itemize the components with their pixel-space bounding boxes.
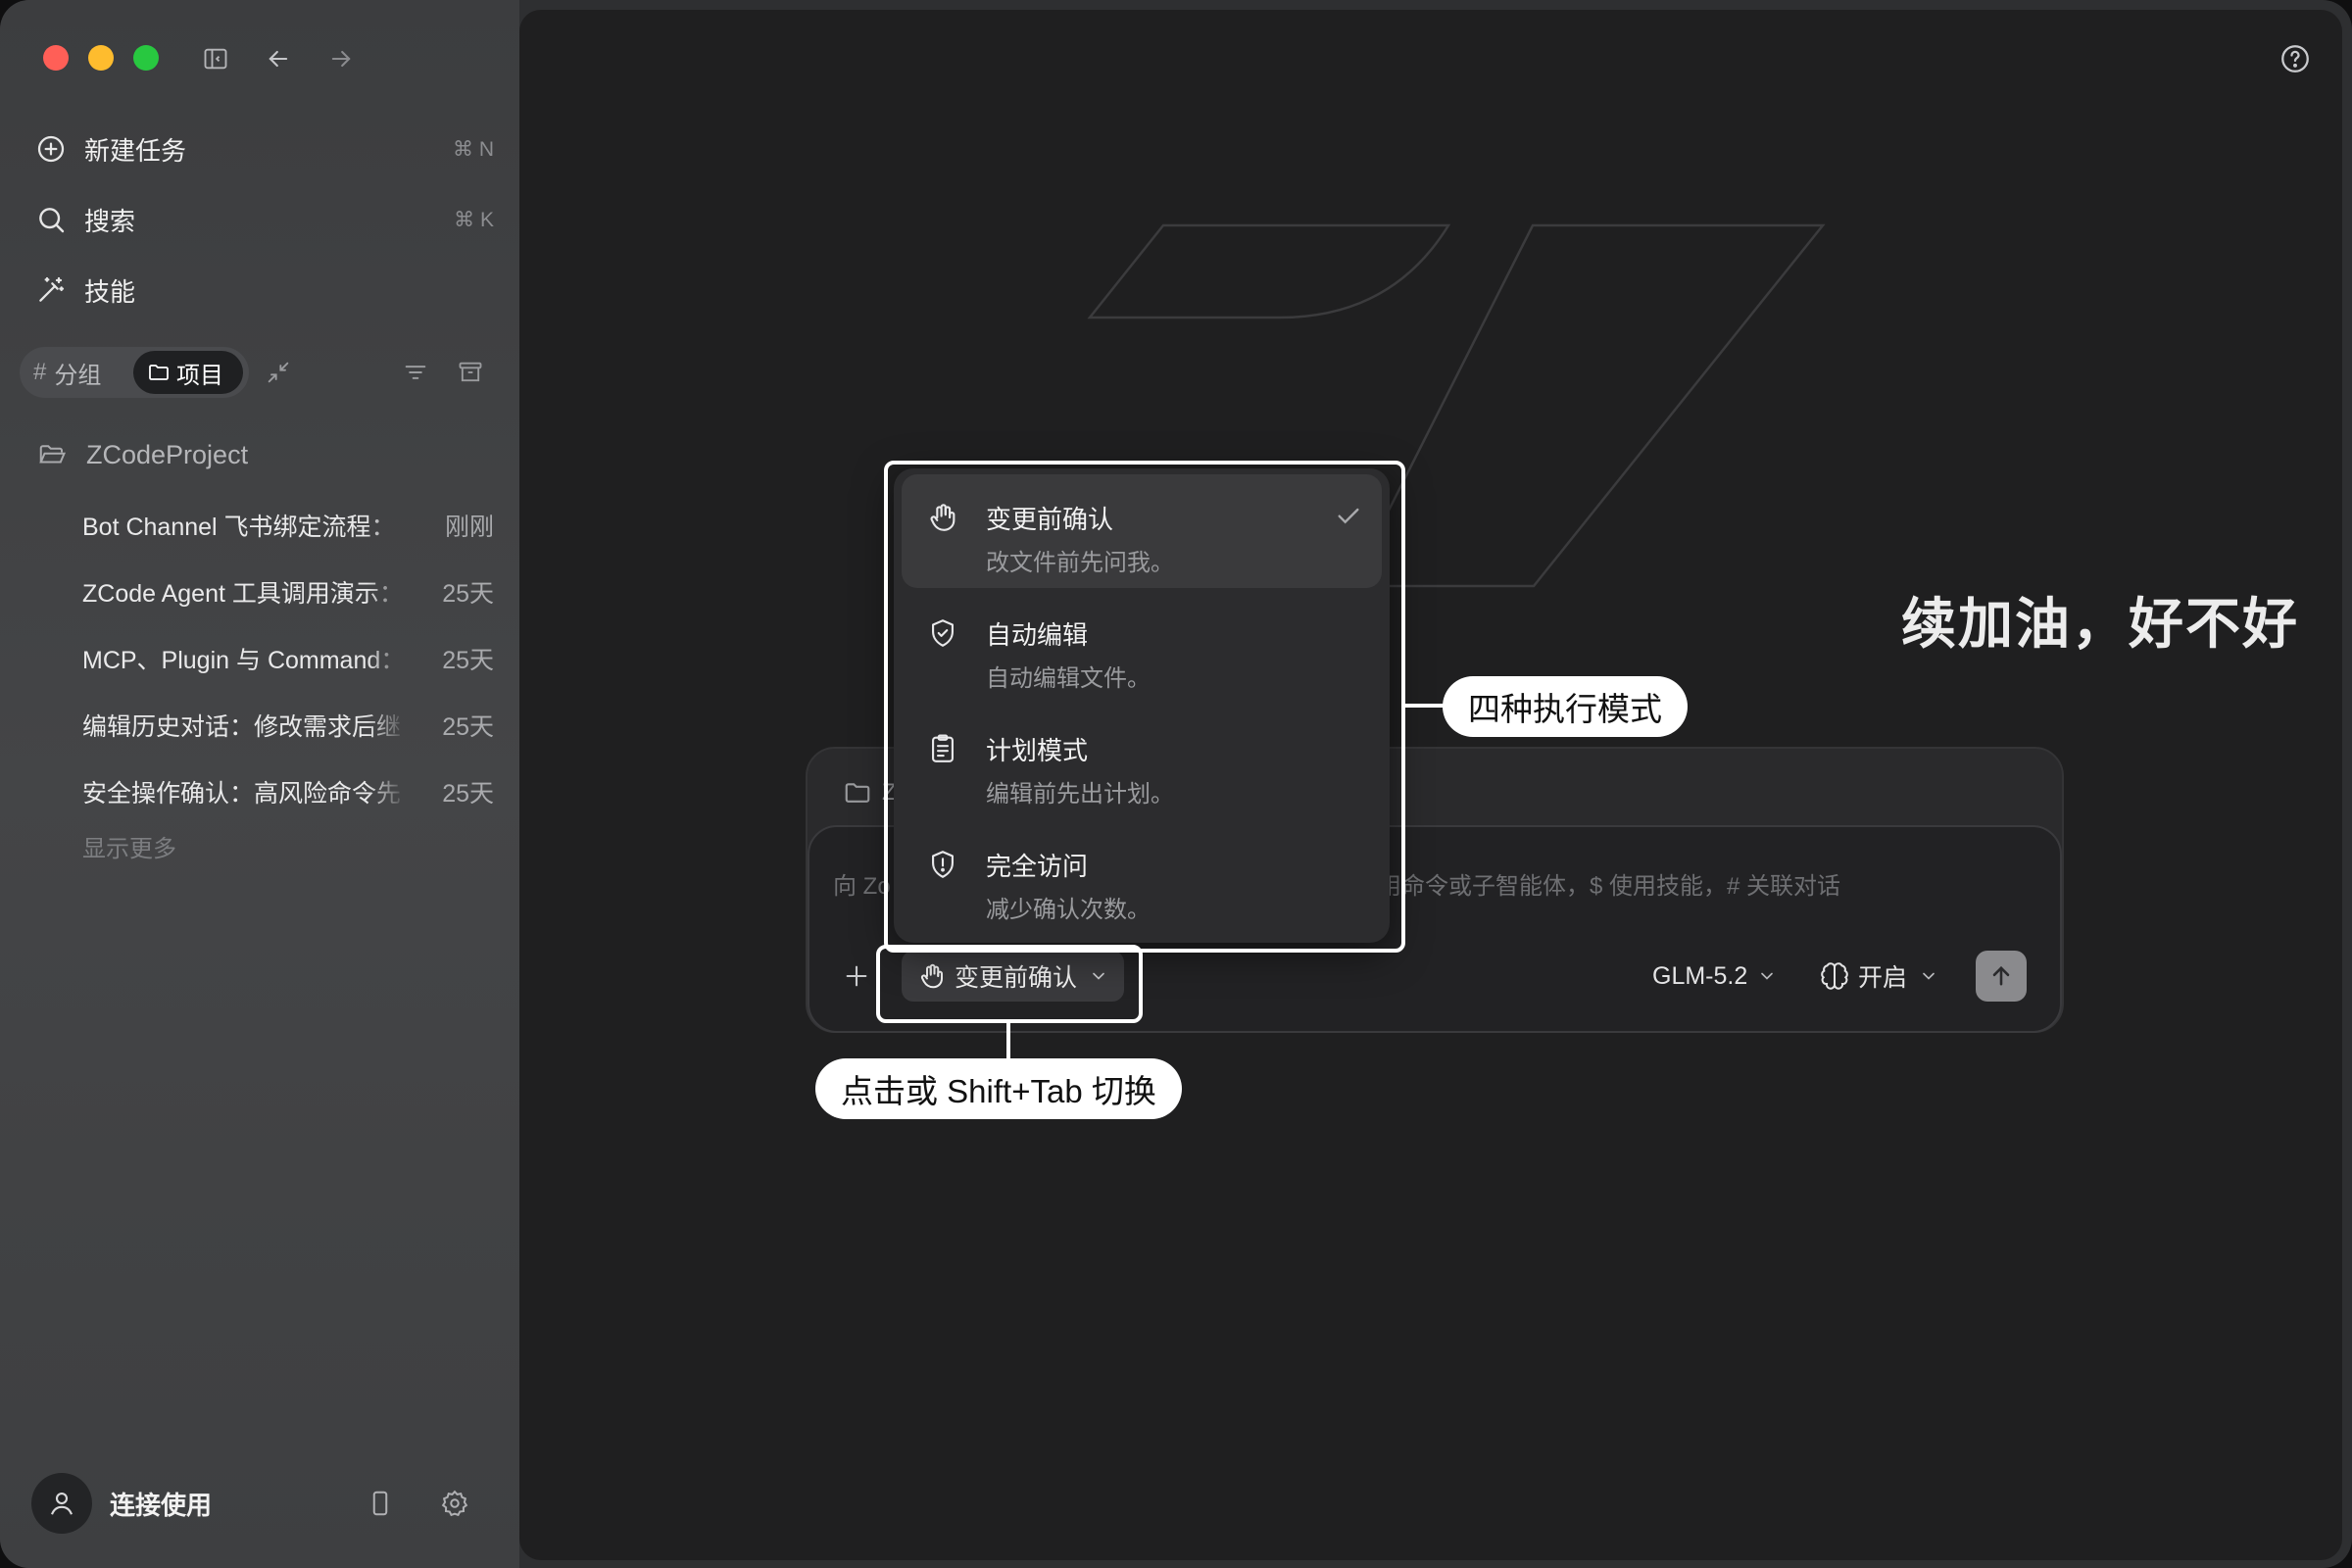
arrow-up-icon (1992, 966, 2010, 986)
chevron-down-icon (1761, 972, 1774, 980)
sidebar: 新建任务 ⌘ N 搜索 ⌘ K 技能 # 分组 项目 ZCodeProject … (0, 0, 519, 1568)
archive-icon[interactable] (453, 355, 488, 390)
task-item[interactable]: MCP、Plugin 与 Command： 25天 (82, 635, 494, 682)
back-arrow-icon[interactable] (259, 39, 298, 78)
gear-icon[interactable] (437, 1486, 472, 1521)
task-title: 编辑历史对话：修改需求后继 (82, 713, 402, 741)
toggle-sidebar-icon[interactable] (196, 39, 235, 78)
plus-icon (846, 965, 867, 987)
model-label: GLM-5.2 (1652, 961, 1748, 990)
folder-icon (149, 365, 169, 380)
tab-project[interactable]: 项目 (133, 351, 243, 394)
mode-button-highlight-box (876, 945, 1143, 1023)
show-more-link[interactable]: 显示更多 (82, 829, 176, 863)
task-title: MCP、Plugin 与 Command： (82, 647, 406, 674)
collapse-arrows-icon[interactable] (261, 355, 296, 390)
forward-arrow-icon[interactable] (321, 39, 361, 78)
search-label: 搜索 (84, 206, 136, 236)
task-item[interactable]: ZCode Agent 工具调用演示： 25天 (82, 568, 494, 615)
task-item[interactable]: 安全操作确认：高风险命令先 25天 (82, 768, 494, 815)
thinking-label: 开启 (1858, 964, 1908, 992)
filter-icon[interactable] (398, 355, 433, 390)
help-icon[interactable] (2276, 39, 2315, 78)
new-task-button[interactable]: 新建任务 ⌘ N (33, 122, 494, 176)
user-account[interactable]: 连接使用 (31, 1472, 492, 1535)
tab-group[interactable]: # 分组 (33, 351, 101, 394)
brain-icon (1821, 962, 1848, 990)
close-window-button[interactable] (43, 45, 69, 71)
skills-button[interactable]: 技能 (33, 263, 494, 318)
modes-callout: 四种执行模式 (1443, 676, 1688, 737)
new-task-label: 新建任务 (84, 135, 187, 166)
tab-group-label: 分组 (54, 362, 102, 389)
chevron-down-icon (1923, 972, 1935, 980)
callout-connector (1006, 1023, 1010, 1060)
user-icon (51, 1492, 73, 1515)
avatar[interactable] (31, 1473, 92, 1534)
zoom-window-button[interactable] (133, 45, 159, 71)
task-time: 25天 (442, 780, 494, 808)
project-name: ZCodeProject (86, 439, 249, 469)
minimize-window-button[interactable] (88, 45, 114, 71)
task-time: 刚刚 (444, 514, 494, 541)
switch-callout: 点击或 Shift+Tab 切换 (815, 1058, 1182, 1119)
model-selector[interactable]: GLM-5.2 (1652, 955, 1777, 998)
task-time: 25天 (442, 713, 494, 741)
connect-label: 连接使用 (110, 1490, 213, 1520)
view-segmented-control: # 分组 项目 (20, 347, 249, 398)
task-time: 25天 (442, 647, 494, 674)
hash-icon: # (33, 359, 47, 385)
app-window: 新建任务 ⌘ N 搜索 ⌘ K 技能 # 分组 项目 ZCodeProject … (0, 0, 2352, 1568)
search-icon (33, 202, 69, 237)
open-folder-icon (39, 445, 67, 464)
task-title: 安全操作确认：高风险命令先 (82, 780, 402, 808)
skills-label: 技能 (84, 276, 136, 307)
add-attachment-button[interactable] (839, 958, 874, 994)
mobile-device-icon[interactable] (363, 1486, 398, 1521)
search-shortcut: ⌘ K (454, 208, 494, 231)
callout-connector (1405, 704, 1445, 708)
plus-circle-icon (33, 131, 69, 167)
thinking-toggle[interactable]: 开启 (1819, 955, 1938, 998)
menu-highlight-box (884, 461, 1405, 953)
task-item[interactable]: 编辑历史对话：修改需求后继 25天 (82, 702, 494, 749)
welcome-headline: 续加油，好不好 (1901, 593, 2299, 655)
folder-icon (845, 783, 870, 803)
task-item[interactable]: Bot Channel 飞书绑定流程： 刚刚 (82, 502, 494, 549)
tab-project-label: 项目 (176, 362, 223, 389)
send-button[interactable] (1976, 951, 2027, 1002)
new-task-shortcut: ⌘ N (453, 137, 494, 161)
magic-wand-icon (33, 272, 69, 308)
task-time: 25天 (442, 580, 494, 608)
task-title: ZCode Agent 工具调用演示： (82, 580, 404, 608)
project-folder[interactable]: ZCodeProject (37, 431, 248, 478)
search-button[interactable]: 搜索 ⌘ K (33, 192, 494, 247)
input-placeholder-end: 用命令或子智能体，$ 使用技能，# 关联对话 (1378, 873, 1841, 900)
main-panel: 续加油，好不好 Z 向 Zo 用命令或子智能体，$ 使用技能，# 关联对话 变更… (519, 10, 2342, 1560)
input-placeholder-start: 向 Zo (833, 873, 891, 900)
task-title: Bot Channel 飞书绑定流程： (82, 514, 396, 541)
